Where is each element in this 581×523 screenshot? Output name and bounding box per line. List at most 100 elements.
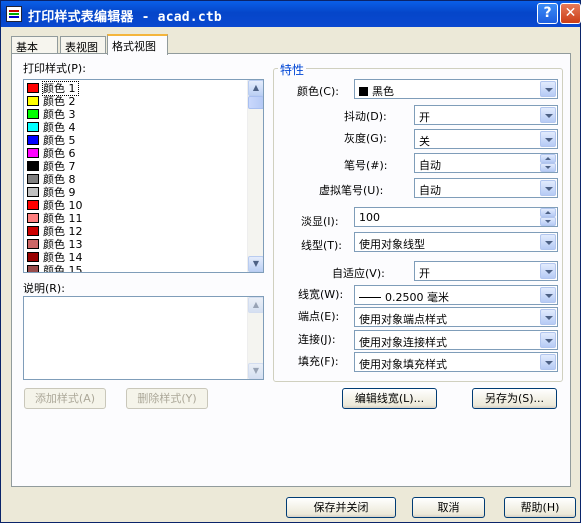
adaptive-dropdown[interactable]: 开	[414, 261, 558, 281]
chevron-down-icon[interactable]	[540, 131, 556, 147]
line-end-label: 端点(E):	[298, 310, 340, 323]
grayscale-label: 灰度(G):	[344, 132, 387, 145]
spin-up-icon[interactable]	[540, 154, 556, 163]
linetype-value: 使用对象线型	[359, 238, 425, 251]
print-styles-list[interactable]: 颜色 1 颜色 2 颜色 3 颜色 4 颜色 5 颜色 6 颜色 7 颜色 8 颜色 9 颜色 1…	[23, 79, 264, 273]
screening-spinner[interactable]: 100	[354, 207, 558, 227]
color-swatch	[27, 109, 39, 119]
window-title: 打印样式表编辑器 - acad.ctb	[28, 10, 222, 25]
color-dropdown[interactable]: 黑色	[354, 79, 558, 99]
screening-value: 100	[359, 211, 380, 224]
style-name: 颜色 13	[43, 238, 83, 251]
style-name: 颜色 11	[43, 212, 83, 225]
add-style-button[interactable]: 添加样式(A)	[24, 388, 106, 409]
spin-down-icon[interactable]	[540, 163, 556, 172]
color-swatch	[27, 226, 39, 236]
plot-style-editor-window: 打印样式表编辑器 - acad.ctb ? ✕ 基本 表视图 格式视图 打印样式…	[0, 0, 581, 523]
description-label: 说明(R):	[23, 282, 65, 295]
adaptive-label: 自适应(V):	[332, 267, 385, 280]
color-swatch	[27, 187, 39, 197]
dither-dropdown[interactable]: 开	[414, 105, 558, 125]
form-view-panel: 打印样式(P): 颜色 1 颜色 2 颜色 3 颜色 4 颜色 5 颜色 6 颜色 7 颜色 …	[11, 53, 571, 487]
lineweight-sample-icon	[359, 297, 381, 298]
cancel-button[interactable]: 取消	[412, 497, 485, 518]
black-color-swatch	[359, 87, 368, 96]
style-name: 颜色 14	[43, 251, 83, 264]
color-swatch	[27, 122, 39, 132]
adaptive-value: 开	[419, 267, 430, 280]
style-name: 颜色 7	[43, 160, 76, 173]
chevron-down-icon[interactable]	[540, 263, 556, 279]
title-bar[interactable]: 打印样式表编辑器 - acad.ctb ? ✕	[1, 1, 581, 27]
color-swatch	[27, 83, 39, 93]
color-value: 黑色	[372, 85, 394, 98]
virtual-pen-label: 虚拟笔号(U):	[319, 184, 384, 197]
lineweight-label: 线宽(W):	[298, 288, 344, 301]
help-icon[interactable]: ?	[537, 3, 558, 24]
grayscale-dropdown[interactable]: 关	[414, 129, 558, 149]
save-as-button[interactable]: 另存为(S)...	[472, 388, 557, 409]
description-scrollbar[interactable]: ▲ ▼	[247, 297, 263, 379]
line-join-dropdown[interactable]: 使用对象连接样式	[354, 330, 558, 350]
chevron-down-icon[interactable]	[540, 180, 556, 196]
color-swatch	[27, 96, 39, 106]
style-name: 颜色 8	[43, 173, 76, 186]
style-name: 颜色 12	[43, 225, 83, 238]
scroll-down-arrow-icon[interactable]: ▼	[248, 256, 263, 272]
tab-general[interactable]: 基本	[11, 36, 58, 54]
lineweight-dropdown[interactable]: 0.2500 毫米	[354, 285, 558, 305]
close-icon[interactable]: ✕	[560, 3, 581, 24]
spin-up-icon[interactable]	[540, 208, 556, 217]
chevron-down-icon[interactable]	[540, 287, 556, 303]
color-swatch	[27, 265, 39, 272]
style-name: 颜色 10	[43, 199, 83, 212]
line-join-label: 连接(J):	[298, 333, 336, 346]
scroll-thumb[interactable]	[248, 96, 263, 109]
chevron-down-icon[interactable]	[540, 332, 556, 348]
tab-table-view[interactable]: 表视图	[60, 36, 106, 54]
color-swatch	[27, 148, 39, 158]
tab-form-view[interactable]: 格式视图	[107, 34, 168, 55]
color-swatch	[27, 239, 39, 249]
app-icon	[6, 6, 22, 22]
save-and-close-button[interactable]: 保存并关闭	[286, 497, 396, 518]
scroll-up-arrow-icon[interactable]: ▲	[248, 297, 263, 313]
delete-style-button[interactable]: 删除样式(Y)	[126, 388, 208, 409]
line-join-value: 使用对象连接样式	[359, 336, 447, 349]
scroll-up-arrow-icon[interactable]: ▲	[248, 80, 263, 96]
color-swatch	[27, 135, 39, 145]
linetype-dropdown[interactable]: 使用对象线型	[354, 232, 558, 252]
color-swatch	[27, 252, 39, 262]
description-textarea[interactable]: ▲ ▼	[23, 296, 264, 380]
linetype-label: 线型(T):	[301, 239, 343, 252]
style-name: 颜色 1	[42, 81, 79, 96]
chevron-down-icon[interactable]	[540, 234, 556, 250]
style-name: 颜色 4	[43, 121, 76, 134]
help-button[interactable]: 帮助(H)	[504, 497, 576, 518]
pen-number-value: 自动	[419, 159, 441, 172]
edit-lineweights-button[interactable]: 编辑线宽(L)...	[342, 388, 437, 409]
pen-number-spinner[interactable]: 自动	[414, 153, 558, 173]
color-swatch	[27, 161, 39, 171]
style-name: 颜色 5	[43, 134, 76, 147]
style-name: 颜色 6	[43, 147, 76, 160]
fill-value: 使用对象填充样式	[359, 358, 447, 371]
chevron-down-icon[interactable]	[540, 107, 556, 123]
virtual-pen-value: 自动	[419, 184, 441, 197]
chevron-down-icon[interactable]	[540, 309, 556, 325]
print-styles-scrollbar[interactable]: ▲ ▼	[247, 80, 263, 272]
style-name: 颜色 2	[43, 95, 76, 108]
style-name: 颜色 15	[43, 264, 83, 273]
dither-label: 抖动(D):	[344, 110, 387, 123]
chevron-down-icon[interactable]	[540, 81, 556, 97]
scroll-down-arrow-icon[interactable]: ▼	[248, 363, 263, 379]
color-label: 颜色(C):	[297, 85, 339, 98]
fill-dropdown[interactable]: 使用对象填充样式	[354, 352, 558, 372]
screening-label: 淡显(I):	[301, 215, 339, 228]
line-end-dropdown[interactable]: 使用对象端点样式	[354, 307, 558, 327]
spin-down-icon[interactable]	[540, 217, 556, 226]
print-styles-label: 打印样式(P):	[23, 62, 86, 75]
virtual-pen-dropdown[interactable]: 自动	[414, 178, 558, 198]
chevron-down-icon[interactable]	[540, 354, 556, 370]
color-swatch	[27, 174, 39, 184]
